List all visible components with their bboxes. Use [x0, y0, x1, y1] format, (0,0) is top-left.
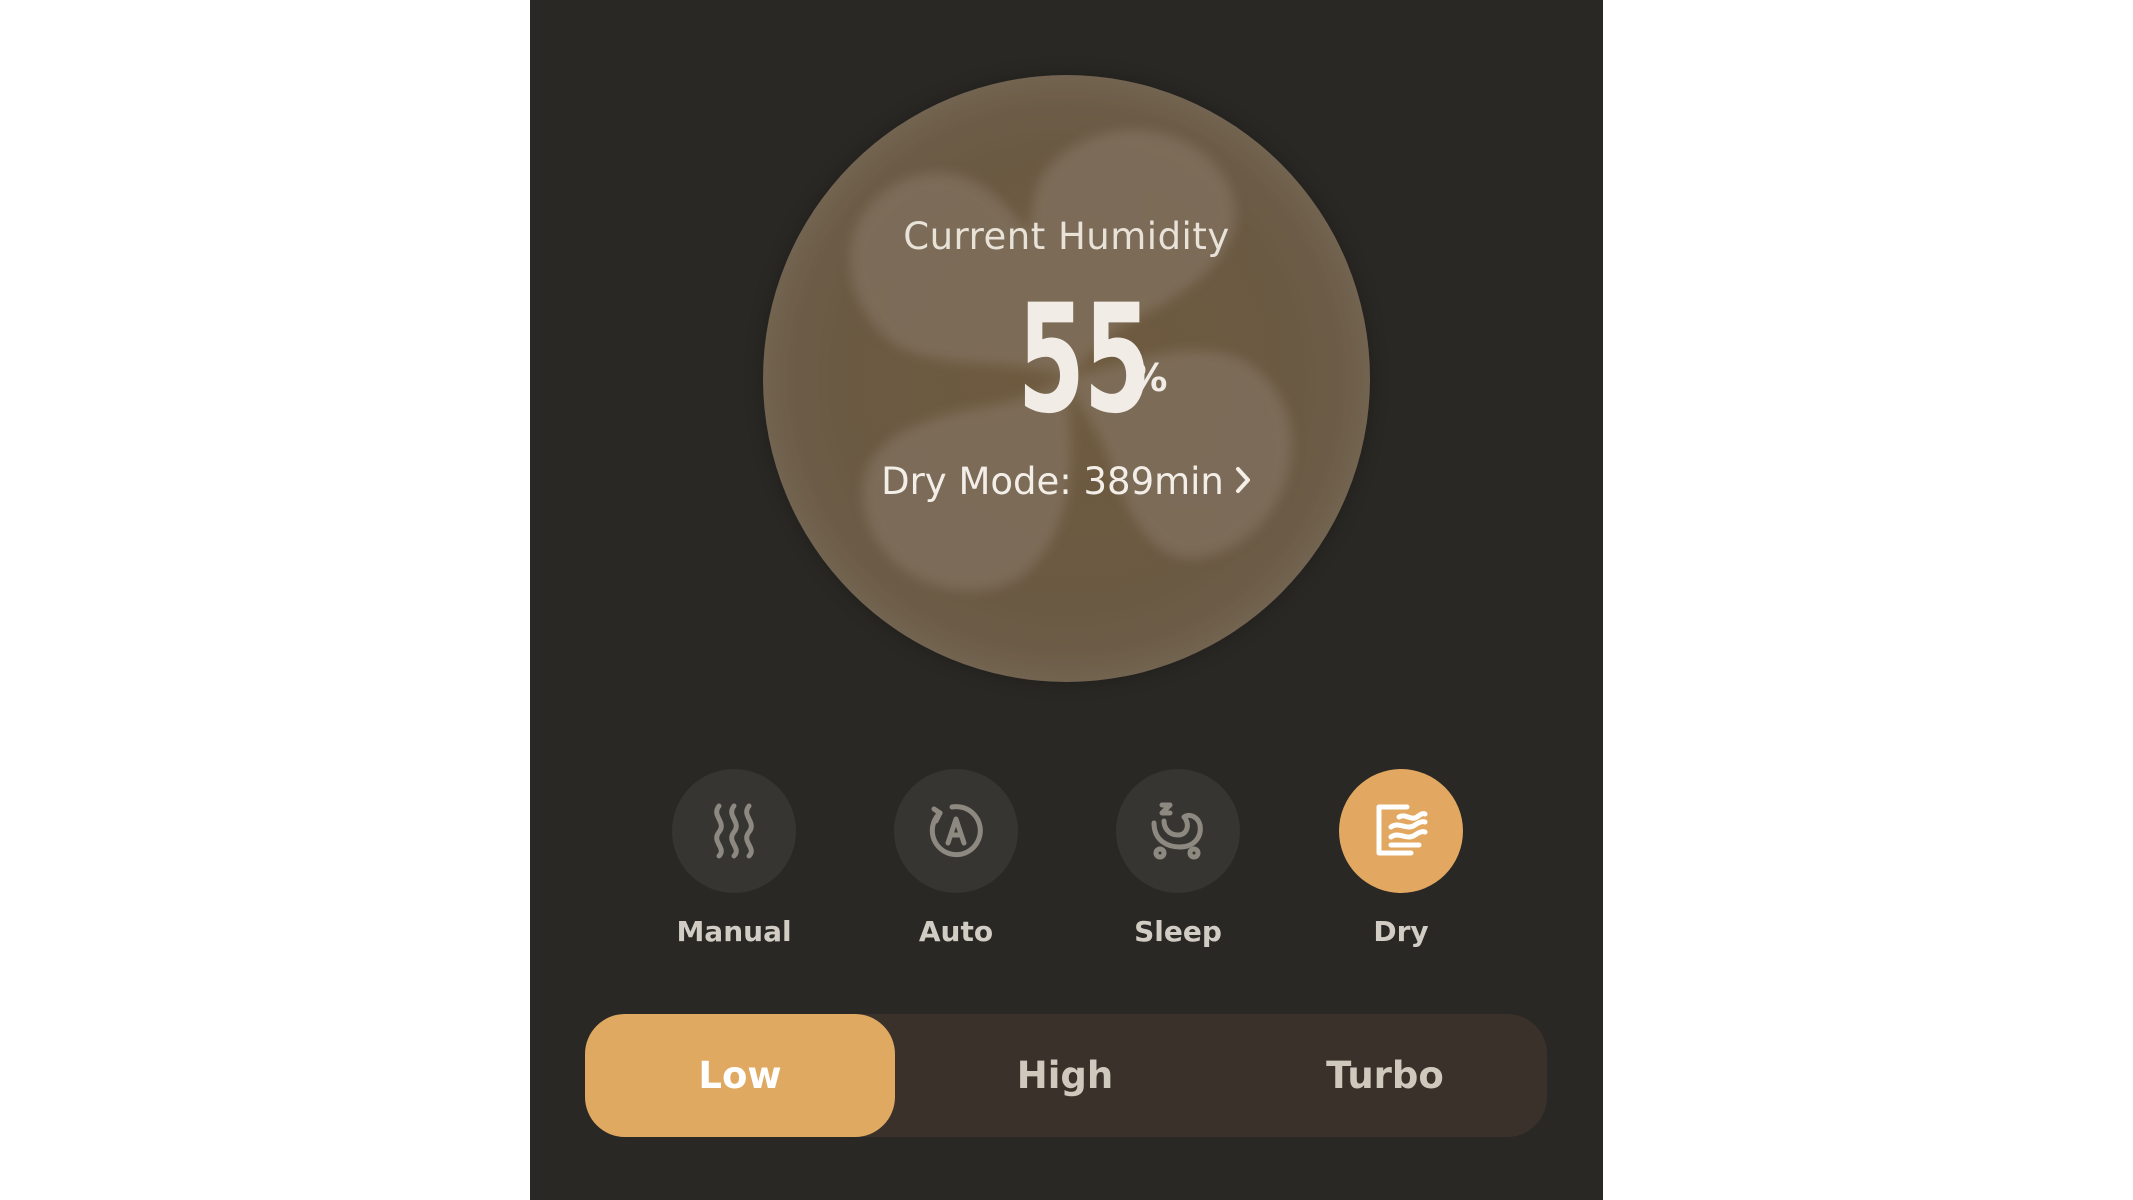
- mode-dry-button[interactable]: [1339, 769, 1463, 893]
- sleep-icon: [1151, 802, 1203, 860]
- speed-high-option[interactable]: High: [915, 1014, 1215, 1137]
- mode-status-link[interactable]: Dry Mode: 389min: [763, 460, 1370, 503]
- mode-selector: Manual Auto Sleep Dry: [530, 769, 1603, 959]
- mode-manual-button[interactable]: [672, 769, 796, 893]
- mode-auto-label: Auto: [918, 915, 994, 948]
- app-screen: Current Humidity 55% Dry Mode: 389min Ma…: [530, 0, 1603, 1200]
- dry-mode-icon: [1376, 804, 1428, 856]
- mode-sleep[interactable]: Sleep: [1116, 769, 1240, 948]
- speed-turbo-option[interactable]: Turbo: [1235, 1014, 1535, 1137]
- humidity-dial[interactable]: Current Humidity 55% Dry Mode: 389min: [763, 75, 1370, 682]
- mode-sleep-button[interactable]: [1116, 769, 1240, 893]
- chevron-right-icon: [1234, 460, 1252, 503]
- mode-auto-button[interactable]: [894, 769, 1018, 893]
- mode-auto[interactable]: Auto: [894, 769, 1018, 948]
- humidity-value: 55: [1017, 273, 1151, 447]
- fan-speed-selector: Low High Turbo: [585, 1014, 1547, 1137]
- mode-manual-label: Manual: [676, 915, 792, 948]
- mode-dry[interactable]: Dry: [1339, 769, 1463, 948]
- mode-dry-label: Dry: [1373, 915, 1429, 948]
- speed-low-option[interactable]: Low: [585, 1014, 895, 1137]
- steam-icon: [714, 803, 754, 859]
- humidity-label: Current Humidity: [903, 215, 1230, 258]
- mode-status-text: Dry Mode: 389min: [881, 460, 1224, 503]
- mode-sleep-label: Sleep: [1134, 915, 1222, 948]
- auto-mode-icon: [929, 804, 983, 858]
- humidity-readout: 55%: [763, 285, 1370, 435]
- mode-manual[interactable]: Manual: [672, 769, 796, 948]
